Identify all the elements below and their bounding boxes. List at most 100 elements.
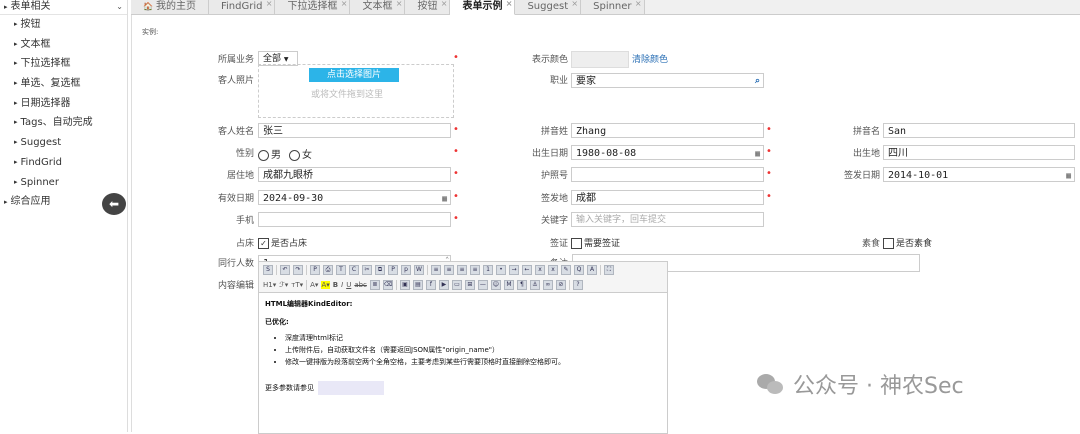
close-icon[interactable]: × — [635, 0, 642, 11]
template-icon[interactable]: T — [336, 264, 346, 275]
baidumap-icon[interactable]: M — [503, 279, 514, 290]
veg-checkbox[interactable]: 是否素食 — [883, 236, 932, 249]
pinyin-first-input[interactable]: San — [883, 123, 1075, 138]
tab-spinner[interactable]: Spinner × — [581, 0, 645, 14]
bold-icon[interactable]: B — [333, 281, 338, 289]
sidebar-item-findgrid[interactable]: ▸ FindGrid — [0, 153, 127, 173]
media-icon[interactable]: ▶ — [438, 279, 449, 290]
tab-textbox[interactable]: 文本框 × — [350, 0, 406, 14]
tab-button[interactable]: 按钮 × — [405, 0, 451, 14]
search-icon[interactable]: ⌕ — [755, 74, 760, 89]
residence-input[interactable]: 成都九眼桥 — [258, 167, 451, 182]
close-icon[interactable]: × — [441, 0, 448, 11]
sidebar-item-textbox[interactable]: ▸ 文本框 — [0, 35, 127, 55]
paste-word-icon[interactable]: W — [414, 264, 424, 275]
editor-content[interactable]: HTML编辑器KindEditor: 已优化: 深度清理html标记 上传附件后… — [259, 293, 667, 401]
cut-icon[interactable]: ✂ — [362, 264, 372, 275]
source-icon[interactable]: S — [263, 264, 273, 275]
hr-icon[interactable]: — — [477, 279, 488, 290]
close-icon[interactable]: × — [571, 0, 578, 11]
paste-icon[interactable]: P — [388, 264, 398, 275]
flash-icon[interactable]: f — [425, 279, 436, 290]
issue-place-input[interactable]: 成都 — [571, 190, 764, 205]
line-height-icon[interactable]: ≣ — [369, 279, 380, 290]
multi-image-icon[interactable]: ▤ — [412, 279, 423, 290]
emoticon-icon[interactable]: ☺ — [490, 279, 501, 290]
tab-findgrid[interactable]: FindGrid × — [208, 0, 276, 14]
remove-format-icon[interactable]: ⌫ — [382, 279, 393, 290]
passport-input[interactable] — [571, 167, 764, 182]
job-input[interactable]: 要家 ⌕ — [571, 73, 764, 88]
anchor-icon[interactable]: ⚓ — [529, 279, 540, 290]
color-swatch[interactable] — [571, 51, 629, 68]
clear-format-icon[interactable]: ✎ — [561, 264, 571, 275]
sidebar-item-spinner[interactable]: ▸ Spinner — [0, 173, 127, 193]
fullscreen-icon[interactable]: ⛶ — [604, 264, 614, 275]
file-icon[interactable]: ▭ — [451, 279, 462, 290]
copy-icon[interactable]: ⧉ — [375, 264, 385, 275]
upload-dropzone[interactable]: 点击选择图片 或将文件拖到这里 — [258, 64, 454, 118]
sidebar-item-radio-checkbox[interactable]: ▸ 单选、复选框 — [0, 74, 127, 94]
unlink-icon[interactable]: ⊘ — [555, 279, 566, 290]
name-input[interactable]: 张三 — [258, 123, 451, 138]
underline-icon[interactable]: U — [346, 281, 351, 289]
menu-group-form[interactable]: ▸ 表单相关 ⌄ — [0, 0, 127, 15]
heading-dropdown[interactable]: H1▾ — [263, 281, 276, 289]
link-icon[interactable]: ∞ — [542, 279, 553, 290]
italic-icon[interactable]: I — [341, 281, 343, 289]
tab-home[interactable]: 🏠 我的主页 — [131, 0, 209, 14]
undo-icon[interactable]: ↶ — [280, 264, 290, 275]
outdent-icon[interactable]: ← — [522, 264, 532, 275]
superscript-icon[interactable]: x — [548, 264, 558, 275]
table-icon[interactable]: ⊞ — [464, 279, 475, 290]
quick-format-icon[interactable]: Q — [574, 264, 584, 275]
sidebar-item-datepicker[interactable]: ▸ 日期选择器 — [0, 94, 127, 114]
tab-dropdown[interactable]: 下拉选择框 × — [275, 0, 351, 14]
help-icon[interactable]: ? — [572, 279, 583, 290]
close-icon[interactable]: × — [506, 0, 513, 11]
close-icon[interactable]: × — [266, 0, 273, 11]
highlight-icon[interactable]: A▾ — [321, 280, 330, 289]
mobile-input[interactable] — [258, 212, 451, 227]
keyword-input[interactable]: 输入关键字，回车提交 — [571, 212, 764, 227]
unordered-list-icon[interactable]: • — [496, 264, 506, 275]
paste-plain-icon[interactable]: p — [401, 264, 411, 275]
pinyin-last-input[interactable]: Zhang — [571, 123, 764, 138]
sidebar-item-tags[interactable]: ▸ Tags、自动完成 — [0, 113, 127, 133]
indent-icon[interactable]: → — [509, 264, 519, 275]
align-right-icon[interactable]: ≡ — [457, 264, 467, 275]
font-family-dropdown[interactable]: ℱ▾ — [279, 281, 288, 289]
visa-checkbox[interactable]: 需要签证 — [571, 236, 620, 249]
code-icon[interactable]: C — [349, 264, 359, 275]
align-justify-icon[interactable]: ≡ — [470, 264, 480, 275]
select-image-button[interactable]: 点击选择图片 — [309, 68, 399, 82]
birthdate-input[interactable]: 1980-08-08 ▦ — [571, 145, 764, 160]
calendar-icon[interactable]: ▦ — [442, 191, 447, 206]
issue-date-input[interactable]: 2014-10-01 ▦ — [883, 167, 1075, 182]
sidebar-item-dropdown[interactable]: ▸ 下拉选择框 — [0, 54, 127, 74]
redo-icon[interactable]: ↷ — [293, 264, 303, 275]
clear-color-link[interactable]: 清除颜色 — [632, 52, 668, 65]
ordered-list-icon[interactable]: 1 — [483, 264, 493, 275]
gender-male-radio[interactable]: 男 — [258, 146, 281, 161]
align-left-icon[interactable]: ≡ — [431, 264, 441, 275]
calendar-icon[interactable]: ▦ — [755, 146, 760, 161]
font-size-dropdown[interactable]: тT▾ — [291, 281, 303, 289]
sidebar-item-button[interactable]: ▸ 按钮 — [0, 15, 127, 35]
image-icon[interactable]: ▣ — [399, 279, 410, 290]
close-icon[interactable]: × — [341, 0, 348, 11]
bed-checkbox[interactable]: ✓ 是否占床 — [258, 236, 307, 249]
sidebar-item-suggest[interactable]: ▸ Suggest — [0, 133, 127, 153]
print-icon[interactable]: ⎙ — [323, 264, 333, 275]
calendar-icon[interactable]: ▦ — [1066, 168, 1071, 183]
strikethrough-icon[interactable]: abc — [354, 281, 367, 289]
birthplace-input[interactable]: 四川 — [883, 145, 1075, 160]
pagebreak-icon[interactable]: ¶ — [516, 279, 527, 290]
valid-date-input[interactable]: 2024-09-30 ▦ — [258, 190, 451, 205]
font-color-icon[interactable]: A▾ — [310, 281, 318, 289]
subscript-icon[interactable]: x — [535, 264, 545, 275]
rich-text-editor[interactable]: S ↶ ↷ P ⎙ T C ✂ ⧉ Pp W ≡ ≡ ≡ ≡ 1 • → ← x x ✎ Q A ⛶ H1▾ ℱ▾ тT▾ A… — [258, 261, 668, 434]
collapse-sidebar-button[interactable]: ⬅ — [102, 193, 126, 215]
gender-female-radio[interactable]: 女 — [289, 146, 312, 161]
tab-suggest[interactable]: Suggest × — [515, 0, 582, 14]
